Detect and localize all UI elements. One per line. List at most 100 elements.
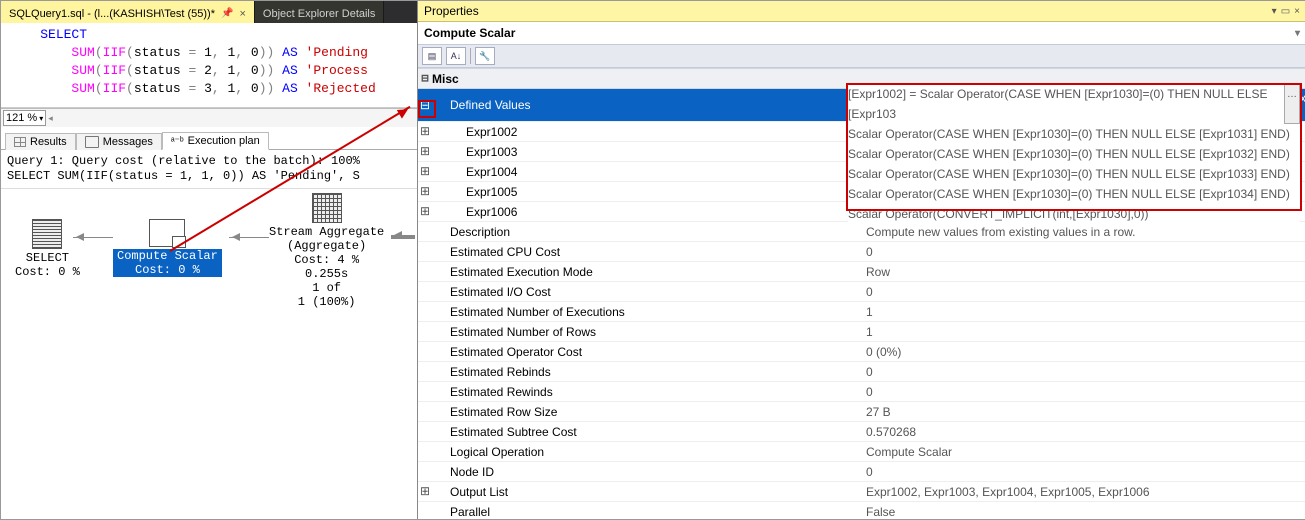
- grid-icon: [14, 137, 26, 147]
- tab-execution-plan[interactable]: ᵃ⁻ᵇExecution plan: [162, 132, 269, 150]
- properties-object-selector[interactable]: Compute Scalar ▾: [418, 22, 1305, 44]
- tab-label: Object Explorer Details: [263, 8, 376, 20]
- property-name: Logical Operation: [432, 443, 862, 461]
- expand-icon[interactable]: ⊟: [418, 98, 432, 113]
- chevron-down-icon: ▾: [39, 114, 43, 123]
- property-name: Estimated Number of Executions: [432, 303, 862, 321]
- property-row[interactable]: Estimated Operator Cost0 (0%): [418, 342, 1305, 362]
- property-name: Output List: [432, 483, 862, 501]
- property-row[interactable]: DescriptionCompute new values from exist…: [418, 222, 1305, 242]
- property-value: 0: [862, 243, 1305, 261]
- property-value: 0: [862, 463, 1305, 481]
- property-name: Description: [432, 223, 862, 241]
- popup-line: Scalar Operator(CONVERT_IMPLICIT(int,[Ex…: [848, 204, 1300, 224]
- property-name: Expr1005: [432, 183, 878, 201]
- sql-editor[interactable]: SELECT SUM(IIF(status = 1, 1, 0)) AS 'Pe…: [1, 23, 417, 108]
- close-icon[interactable]: ×: [1294, 6, 1300, 17]
- property-row[interactable]: ParallelFalse: [418, 502, 1305, 519]
- property-name: Expr1004: [432, 163, 878, 181]
- expand-icon[interactable]: ⊞: [418, 204, 432, 219]
- property-row[interactable]: Estimated CPU Cost0: [418, 242, 1305, 262]
- property-name: Expr1003: [432, 143, 878, 161]
- popup-line: Scalar Operator(CASE WHEN [Expr1030]=(0)…: [848, 124, 1300, 144]
- property-row[interactable]: Estimated Row Size27 B: [418, 402, 1305, 422]
- dropdown-icon[interactable]: ▾: [1272, 6, 1277, 17]
- wrench-icon[interactable]: 🔧: [475, 47, 495, 65]
- expand-icon[interactable]: ⊞: [418, 484, 432, 499]
- select-icon: [32, 219, 62, 249]
- defined-values-popup: [Expr1002] = Scalar Operator(CASE WHEN […: [848, 84, 1300, 224]
- properties-toolbar: ▤ A↓ 🔧: [418, 44, 1305, 68]
- message-icon: [85, 136, 99, 148]
- property-row[interactable]: ⊞Output ListExpr1002, Expr1003, Expr1004…: [418, 482, 1305, 502]
- tab-results[interactable]: Results: [5, 133, 76, 150]
- property-row[interactable]: Logical OperationCompute Scalar: [418, 442, 1305, 462]
- sort-icon[interactable]: A↓: [446, 47, 466, 65]
- ellipsis-button[interactable]: …: [1284, 84, 1300, 124]
- property-name: Estimated Rebinds: [432, 363, 862, 381]
- plan-node-stream-aggregate[interactable]: Stream Aggregate (Aggregate) Cost: 4 % 0…: [269, 193, 384, 309]
- tab-object-explorer[interactable]: Object Explorer Details: [255, 1, 385, 23]
- expand-icon[interactable]: ⊟: [418, 71, 432, 86]
- property-row[interactable]: Estimated Number of Rows1: [418, 322, 1305, 342]
- expand-icon[interactable]: ⊞: [418, 164, 432, 179]
- zoom-bar: 121 % ▾ ◂: [1, 108, 417, 127]
- popup-line: Scalar Operator(CASE WHEN [Expr1030]=(0)…: [848, 164, 1300, 184]
- expand-icon[interactable]: ⊞: [418, 144, 432, 159]
- plan-header: Query 1: Query cost (relative to the bat…: [1, 150, 417, 189]
- property-row[interactable]: Estimated Subtree Cost0.570268: [418, 422, 1305, 442]
- zoom-left-icon[interactable]: ◂: [48, 113, 53, 124]
- property-value: Row: [862, 263, 1305, 281]
- property-value: 0: [862, 283, 1305, 301]
- property-value: 0.570268: [862, 423, 1305, 441]
- property-name: Estimated Rewinds: [432, 383, 862, 401]
- property-row[interactable]: Estimated Rewinds0: [418, 382, 1305, 402]
- property-value: Compute Scalar: [862, 443, 1305, 461]
- property-value: 27 B: [862, 403, 1305, 421]
- left-pane: SQLQuery1.sql - (l...(KASHISH\Test (55))…: [1, 1, 418, 519]
- pin-icon[interactable]: ▭: [1281, 6, 1290, 17]
- categorize-icon[interactable]: ▤: [422, 47, 442, 65]
- property-name: Estimated I/O Cost: [432, 283, 862, 301]
- property-name: Expr1002: [432, 123, 878, 141]
- property-value: Expr1002, Expr1003, Expr1004, Expr1005, …: [862, 483, 1305, 501]
- property-value: [844, 77, 1305, 81]
- property-row[interactable]: Estimated Execution ModeRow: [418, 262, 1305, 282]
- property-row[interactable]: Estimated Number of Executions1: [418, 302, 1305, 322]
- property-name: Misc: [432, 70, 844, 88]
- plan-arrow: [229, 237, 269, 238]
- property-name: Estimated Execution Mode: [432, 263, 862, 281]
- properties-title-bar: Properties ▾ ▭ ×: [418, 1, 1305, 22]
- property-row[interactable]: Node ID0: [418, 462, 1305, 482]
- property-name: Estimated Operator Cost: [432, 343, 862, 361]
- property-name: Estimated Subtree Cost: [432, 423, 862, 441]
- popup-line: [Expr1002] = Scalar Operator(CASE WHEN […: [848, 84, 1300, 124]
- stream-aggregate-icon: [312, 193, 342, 223]
- popup-line: Scalar Operator(CASE WHEN [Expr1030]=(0)…: [848, 144, 1300, 164]
- zoom-dropdown[interactable]: 121 % ▾: [3, 110, 46, 126]
- property-name: Parallel: [432, 503, 862, 520]
- property-row[interactable]: Estimated Rebinds0: [418, 362, 1305, 382]
- plan-icon: ᵃ⁻ᵇ: [171, 136, 184, 147]
- plan-node-select[interactable]: SELECT Cost: 0 %: [15, 219, 80, 279]
- document-tabstrip: SQLQuery1.sql - (l...(KASHISH\Test (55))…: [1, 1, 417, 23]
- property-value: 0 (0%): [862, 343, 1305, 361]
- execution-plan-canvas[interactable]: SELECT Cost: 0 % Compute Scalar Cost: 0 …: [1, 189, 417, 519]
- property-name: Estimated Number of Rows: [432, 323, 862, 341]
- properties-panel: Properties ▾ ▭ × Compute Scalar ▾ ▤ A↓ 🔧…: [418, 1, 1305, 519]
- expand-icon[interactable]: ⊞: [418, 124, 432, 139]
- popup-line: Scalar Operator(CASE WHEN [Expr1030]=(0)…: [848, 184, 1300, 204]
- property-name: Estimated Row Size: [432, 403, 862, 421]
- property-value: 1: [862, 323, 1305, 341]
- pin-icon[interactable]: 📌: [221, 8, 233, 19]
- property-row[interactable]: Estimated I/O Cost0: [418, 282, 1305, 302]
- chevron-down-icon: ▾: [1295, 28, 1300, 39]
- property-value: False: [862, 503, 1305, 520]
- tab-messages[interactable]: Messages: [76, 133, 162, 150]
- expand-icon[interactable]: ⊞: [418, 184, 432, 199]
- plan-arrow: [73, 237, 113, 238]
- tab-sqlquery[interactable]: SQLQuery1.sql - (l...(KASHISH\Test (55))…: [1, 1, 255, 23]
- property-value: 0: [862, 363, 1305, 381]
- plan-arrow: [391, 235, 415, 239]
- close-icon[interactable]: ×: [239, 8, 245, 20]
